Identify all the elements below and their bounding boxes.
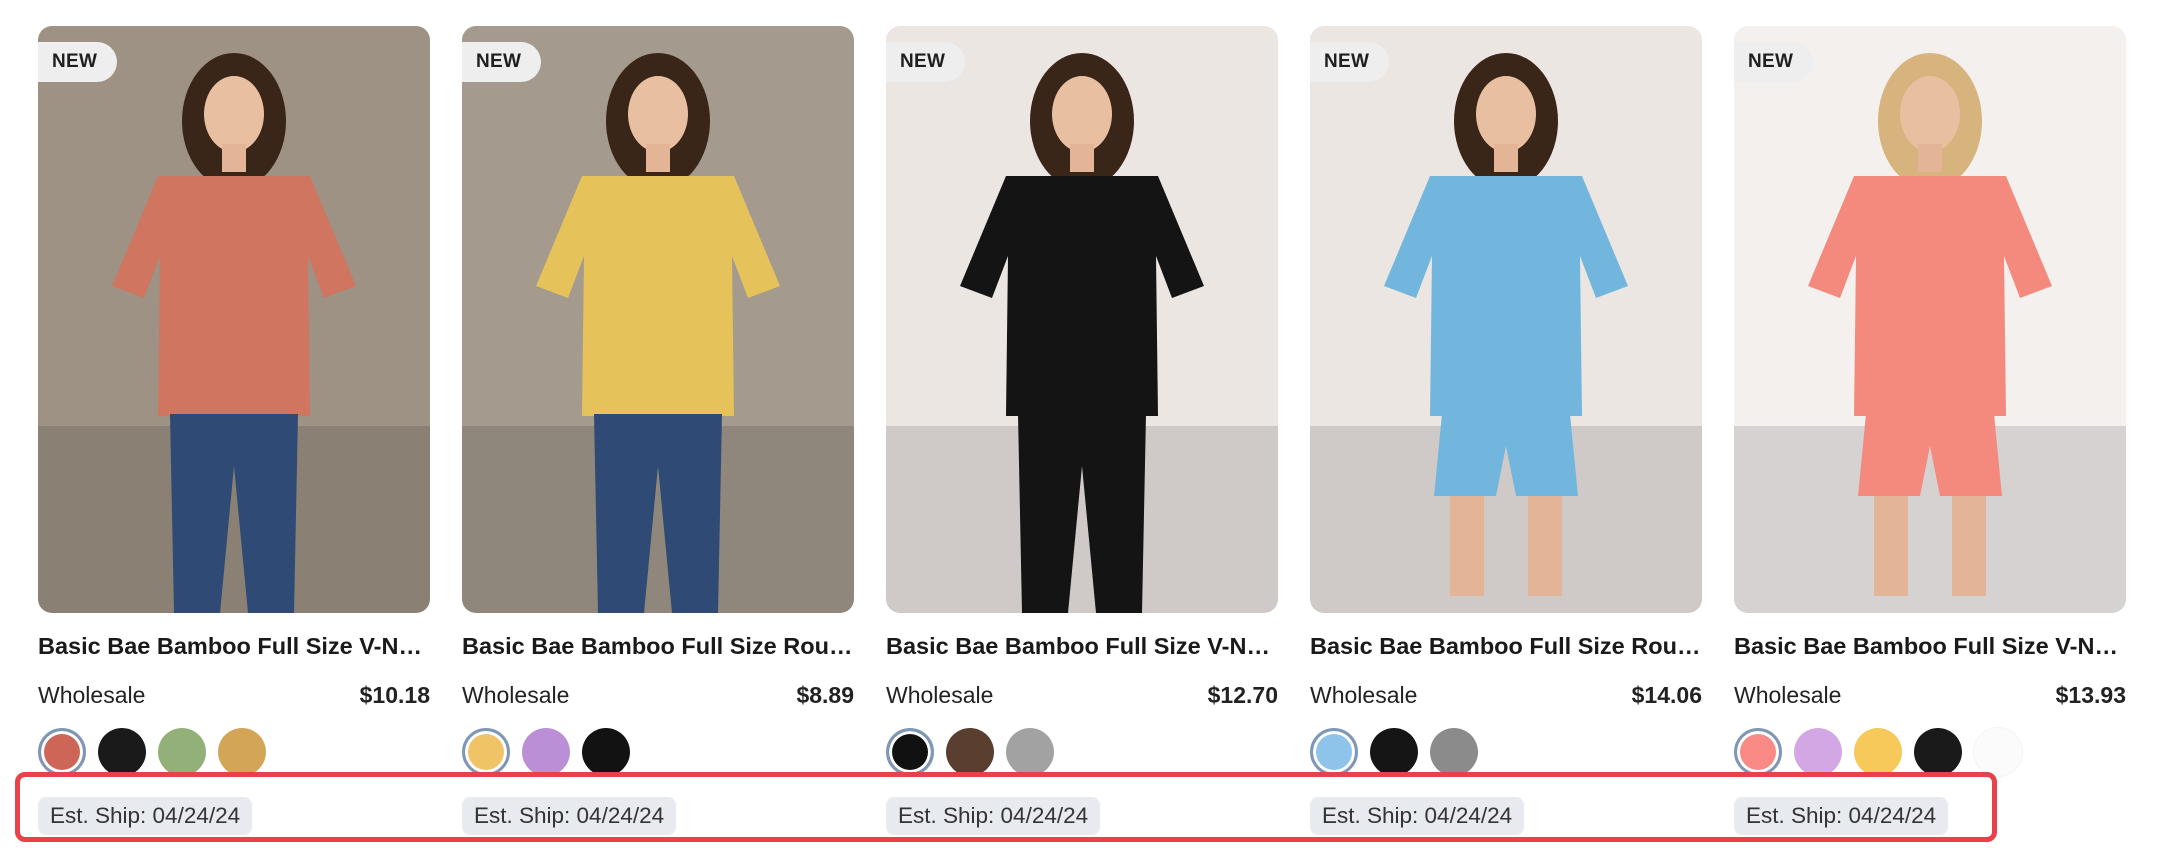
color-swatches [38,727,430,777]
color-swatch[interactable] [1794,728,1842,776]
model-face [628,76,688,152]
color-swatch[interactable] [38,728,86,776]
price-label: Wholesale [38,682,146,708]
est-ship-tag: Est. Ship: 04/24/24 [38,797,253,835]
product-card[interactable]: NEW Basic Bae Bamboo Full Size V-Neck Lo… [886,26,1278,835]
color-swatch[interactable] [1854,728,1902,776]
color-swatch[interactable] [1006,728,1054,776]
model-face [1476,76,1536,152]
product-photo [462,26,854,613]
color-swatches [886,727,1278,777]
color-swatch[interactable] [1914,728,1962,776]
price-row: Wholesale $10.18 [38,682,430,709]
price-label: Wholesale [1310,682,1418,708]
product-photo [1310,26,1702,613]
model-neck [1918,144,1942,172]
model-neck [646,144,670,172]
color-swatch[interactable] [582,728,630,776]
model-leg-left [1874,496,1908,596]
product-card[interactable]: NEW Basic Bae Bamboo Full Size V-Neck Dr… [38,26,430,835]
price-value: $13.93 [2055,682,2126,708]
product-title[interactable]: Basic Bae Bamboo Full Size V-Neck Drop S… [38,633,430,660]
new-badge: NEW [1734,42,1814,82]
product-photo [886,26,1278,613]
color-swatch[interactable] [462,728,510,776]
new-badge: NEW [886,42,966,82]
model-leg-right [1952,496,1986,596]
model-leg-right [1528,496,1562,596]
product-photo [1734,26,2126,613]
color-swatch[interactable] [218,728,266,776]
color-swatches [1734,727,2126,777]
color-swatches [1310,727,1702,777]
price-label: Wholesale [1734,682,1842,708]
color-swatch[interactable] [946,728,994,776]
product-card[interactable]: NEW Basic Bae Bamboo Full Size Round Nec… [1310,26,1702,835]
product-title[interactable]: Basic Bae Bamboo Full Size Round Neck T-… [1310,633,1702,660]
color-swatch[interactable] [886,728,934,776]
price-label: Wholesale [886,682,994,708]
color-swatch[interactable] [522,728,570,776]
price-value: $10.18 [359,682,430,708]
color-swatches [462,727,854,777]
price-row: Wholesale $8.89 [462,682,854,709]
product-image[interactable]: NEW [38,26,430,613]
color-swatch[interactable] [1734,728,1782,776]
new-badge: NEW [38,42,118,82]
photo-floor [1734,426,2126,613]
product-card[interactable]: NEW Basic Bae Bamboo Full Size Round Nec… [462,26,854,835]
model-neck [1070,144,1094,172]
color-swatch[interactable] [1370,728,1418,776]
color-swatch[interactable] [1974,728,2022,776]
price-value: $14.06 [1631,682,1702,708]
product-grid-page: NEW Basic Bae Bamboo Full Size V-Neck Dr… [0,0,2162,856]
product-title[interactable]: Basic Bae Bamboo Full Size V-Neck Drop S… [1734,633,2126,660]
price-value: $12.70 [1207,682,1278,708]
model-face [1900,76,1960,152]
price-row: Wholesale $14.06 [1310,682,1702,709]
product-title[interactable]: Basic Bae Bamboo Full Size Round Neck Dr… [462,633,854,660]
product-card[interactable]: NEW Basic Bae Bamboo Full Size V-Neck Dr… [1734,26,2126,835]
price-row: Wholesale $13.93 [1734,682,2126,709]
product-grid: NEW Basic Bae Bamboo Full Size V-Neck Dr… [38,26,2126,835]
price-value: $8.89 [796,682,854,708]
model-face [1052,76,1112,152]
product-image[interactable]: NEW [886,26,1278,613]
price-row: Wholesale $12.70 [886,682,1278,709]
color-swatch[interactable] [98,728,146,776]
product-image[interactable]: NEW [462,26,854,613]
model-face [204,76,264,152]
color-swatch[interactable] [1310,728,1358,776]
new-badge: NEW [1310,42,1390,82]
model-neck [222,144,246,172]
est-ship-tag: Est. Ship: 04/24/24 [1734,797,1949,835]
model-leg-left [1450,496,1484,596]
model-neck [1494,144,1518,172]
new-badge: NEW [462,42,542,82]
color-swatch[interactable] [158,728,206,776]
photo-floor [1310,426,1702,613]
product-photo [38,26,430,613]
est-ship-tag: Est. Ship: 04/24/24 [1310,797,1525,835]
est-ship-tag: Est. Ship: 04/24/24 [886,797,1101,835]
product-image[interactable]: NEW [1310,26,1702,613]
product-image[interactable]: NEW [1734,26,2126,613]
product-title[interactable]: Basic Bae Bamboo Full Size V-Neck Long S… [886,633,1278,660]
est-ship-tag: Est. Ship: 04/24/24 [462,797,677,835]
price-label: Wholesale [462,682,570,708]
color-swatch[interactable] [1430,728,1478,776]
